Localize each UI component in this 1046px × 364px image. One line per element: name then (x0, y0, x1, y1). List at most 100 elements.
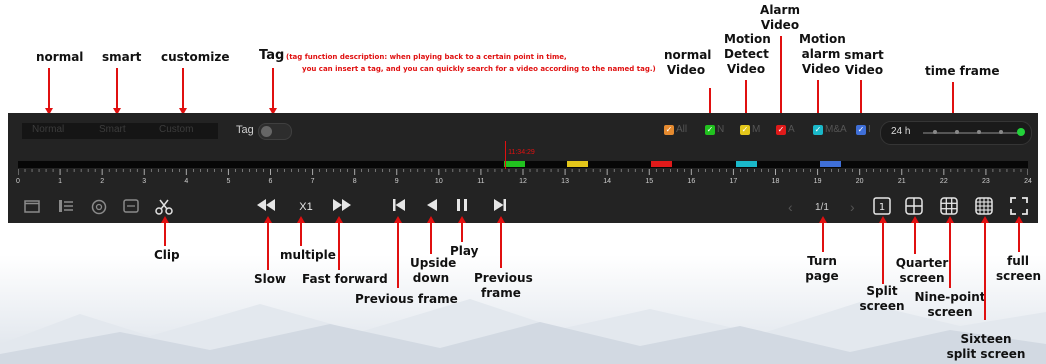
backup-icon[interactable] (123, 199, 139, 216)
filter-normal-label: N (717, 124, 725, 135)
filter-all-label: All (676, 124, 688, 135)
filter-motion-label: M (752, 124, 761, 135)
toggle-knob (261, 126, 272, 137)
time-frame-stop[interactable] (977, 130, 981, 134)
next-frame-button[interactable] (492, 199, 508, 215)
tag-annotation-desc-2: you can insert a tag, and you can quickl… (302, 65, 656, 73)
split-screen-annotation: Split screen (859, 284, 905, 313)
tick-label: 0 (16, 178, 20, 185)
record-segment[interactable] (567, 161, 589, 167)
nine-point-annotation: Nine-point screen (914, 290, 986, 319)
tag-annotation-title: Tag (259, 48, 285, 63)
tick-label: 9 (394, 178, 399, 185)
mode-smart-button[interactable]: Smart (99, 124, 126, 135)
next-frame-annotation: Previous frame (474, 271, 533, 300)
fullscreen-icon[interactable] (1010, 197, 1028, 215)
split-1-icon[interactable]: 1 (873, 197, 891, 215)
tick-label: 23 (982, 178, 990, 185)
tick-label: 22 (939, 178, 948, 185)
record-segment[interactable] (819, 161, 841, 167)
split-16-icon[interactable] (975, 197, 993, 215)
alarm-video-annotation: Alarm Video (760, 3, 800, 32)
tick-label: 5 (226, 178, 231, 185)
time-frame-stop[interactable] (999, 130, 1003, 134)
page-next-icon[interactable]: › (850, 199, 855, 215)
pause-button[interactable] (454, 199, 470, 215)
folder-icon[interactable] (24, 199, 40, 216)
filter-alarm-label: A (788, 124, 795, 135)
tick-label: 8 (352, 178, 357, 185)
split-4-icon[interactable] (905, 197, 923, 215)
previous-frame-button[interactable] (391, 199, 407, 215)
tick-label: 19 (813, 178, 822, 185)
time-frame-knob[interactable] (1017, 128, 1025, 136)
speed-multiple[interactable]: X1 (296, 199, 316, 215)
play-arrow-line (461, 222, 463, 242)
turn-page-annotation: Turn page (805, 254, 839, 283)
tick-label: 21 (897, 178, 906, 185)
filter-normal-checkbox[interactable]: ✓ (705, 125, 715, 135)
mode-normal-button[interactable]: Normal (32, 124, 64, 135)
time-frame-value: 24 h (891, 126, 911, 137)
tick-label: 6 (268, 178, 273, 185)
turn-page-arrow-head (819, 216, 827, 223)
clip-arrow-line (164, 222, 166, 246)
record-segment[interactable] (504, 161, 526, 167)
tag-toggle[interactable] (258, 123, 292, 140)
filter-alarm-checkbox[interactable]: ✓ (776, 125, 786, 135)
timeline-cursor[interactable] (505, 141, 507, 169)
time-frame-stop[interactable] (955, 130, 959, 134)
record-segment[interactable] (735, 161, 757, 167)
multiple-annotation: multiple (280, 248, 336, 262)
svg-text:1: 1 (879, 202, 885, 213)
previous-frame-annotation: Previous frame (355, 292, 458, 306)
previous-frame-arrow-line (397, 222, 399, 288)
play-annotation: Play (450, 244, 479, 258)
multiple-arrow-line (300, 222, 302, 246)
time-frame-selector[interactable]: 24 h (880, 121, 1032, 145)
tick-label: 17 (729, 178, 738, 185)
page-prev-icon[interactable]: ‹ (788, 199, 793, 215)
split-screen-arrow-head (879, 216, 887, 223)
filter-all-checkbox[interactable]: ✓ (664, 125, 674, 135)
tick-label: 15 (645, 178, 654, 185)
playback-control-bar: Normal Smart Custom Tag ✓ All ✓ N ✓ M ✓ … (8, 113, 1038, 223)
sixteen-split-annotation: Sixteen split screen (946, 332, 1026, 361)
reverse-play-button[interactable] (424, 199, 440, 215)
nine-point-arrow-line (949, 222, 951, 288)
upside-down-annotation: Upside down (410, 256, 457, 285)
multiple-arrow-head (297, 216, 305, 223)
mode-custom-button[interactable]: Custom (159, 124, 193, 135)
tick-label: 14 (603, 178, 612, 185)
tick-label: 18 (771, 178, 780, 185)
page-indicator: 1/1 (815, 202, 829, 213)
fast-forward-button[interactable] (332, 199, 352, 215)
split-screen-arrow-line (882, 222, 884, 284)
fast-forward-arrow-head (335, 216, 343, 223)
clip-annotation: Clip (154, 248, 180, 262)
list-icon[interactable] (58, 199, 74, 216)
sixteen-split-arrow-head (981, 216, 989, 223)
tag-search-icon[interactable] (91, 199, 107, 218)
fast-forward-annotation: Fast forward (302, 272, 388, 286)
filter-smart-checkbox[interactable]: ✓ (856, 125, 866, 135)
time-frame-track (923, 132, 1019, 134)
motion-alarm-video-annotation: Motion alarm Video (799, 32, 846, 76)
tick-label: 4 (184, 178, 189, 185)
smart-annotation: smart (102, 50, 142, 64)
filter-motion-alarm-checkbox[interactable]: ✓ (813, 125, 823, 135)
tag-toggle-label: Tag (236, 124, 254, 136)
time-frame-stop[interactable] (933, 130, 937, 134)
normal-annotation: normal (36, 50, 84, 64)
full-screen-arrow-line (1018, 222, 1020, 252)
customize-annotation: customize (161, 50, 230, 64)
slow-annotation: Slow (254, 272, 287, 286)
alarm-video-arrow-line (780, 36, 782, 118)
filter-motion-checkbox[interactable]: ✓ (740, 125, 750, 135)
timeline-ticks (18, 169, 1028, 175)
record-segment[interactable] (651, 161, 673, 167)
tick-label: 1 (58, 178, 63, 185)
slow-button[interactable] (256, 199, 276, 215)
timeline-cursor-time: 11:34:29 (508, 149, 535, 156)
split-9-icon[interactable] (940, 197, 958, 215)
